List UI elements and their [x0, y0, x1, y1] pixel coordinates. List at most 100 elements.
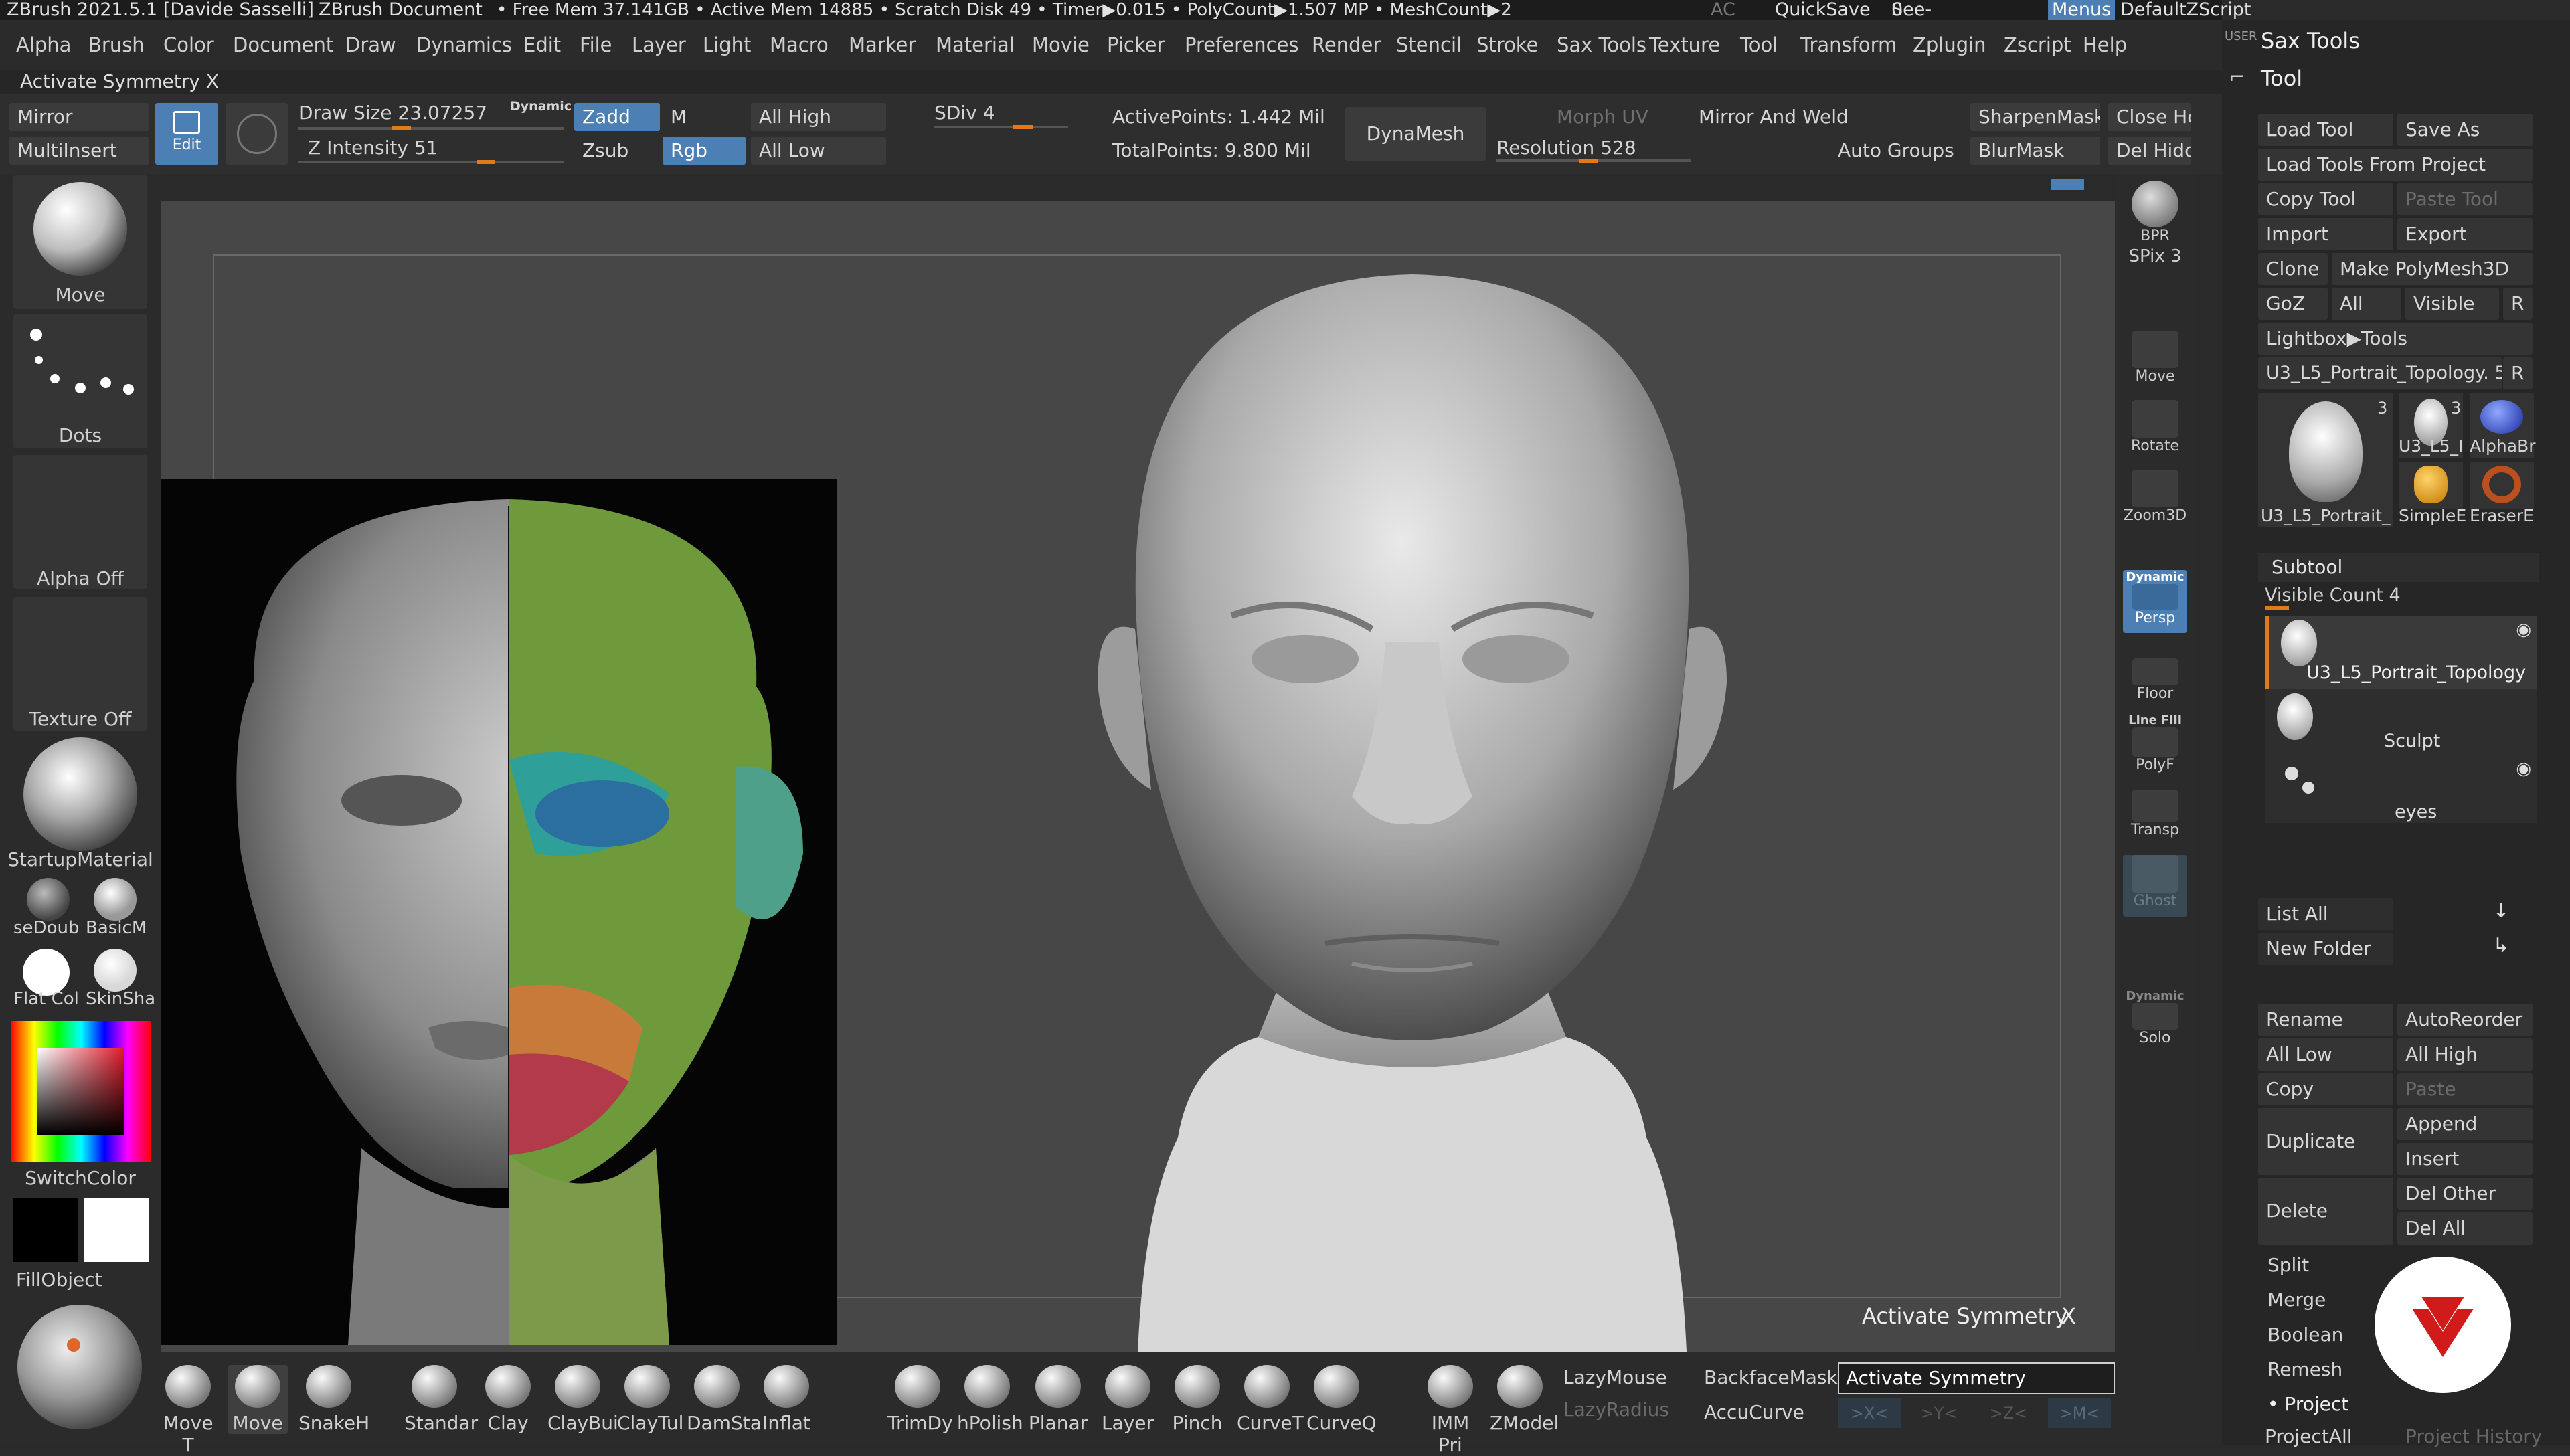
menu-layer[interactable]: Layer [632, 20, 686, 70]
primary-color-swatch[interactable] [13, 1198, 78, 1262]
menu-preferences[interactable]: Preferences [1185, 20, 1299, 70]
autoreorder-button[interactable]: AutoReorder [2397, 1004, 2533, 1036]
transp-button[interactable]: Transp [2123, 790, 2187, 838]
new-folder-button[interactable]: New Folder [2258, 933, 2393, 965]
brush-claytubes[interactable]: ClayTul [617, 1365, 683, 1434]
subtool-item-2[interactable]: Sculpt [2265, 689, 2537, 756]
symmetry-z-button[interactable]: >Z< [1977, 1398, 2040, 1428]
subtool-copy-button[interactable]: Copy [2258, 1073, 2393, 1105]
draw-mode-button[interactable] [226, 103, 288, 165]
brush-clay[interactable]: Clay [478, 1365, 538, 1434]
resolution-slider[interactable]: Resolution 528 [1496, 136, 1636, 159]
save-as-button[interactable]: Save As [2397, 114, 2533, 146]
brush-trimdynamic[interactable]: TrimDy [887, 1365, 953, 1434]
auto-groups-button[interactable]: Auto Groups [1838, 139, 1954, 161]
lazyradius-slider[interactable]: LazyRadius [1563, 1398, 1669, 1421]
menu-color[interactable]: Color [163, 20, 214, 70]
menu-light[interactable]: Light [703, 20, 751, 70]
goz-r-button[interactable]: R [2503, 288, 2533, 320]
material-swatch-2[interactable] [94, 878, 137, 921]
all-low-button[interactable]: All Low [751, 136, 886, 165]
menu-render[interactable]: Render [1312, 20, 1381, 70]
menu-stroke[interactable]: Stroke [1476, 20, 1538, 70]
material-swatch-4[interactable] [94, 949, 137, 992]
remesh-section[interactable]: Remesh [2267, 1358, 2342, 1380]
list-all-button[interactable]: List All [2258, 898, 2393, 930]
boolean-section[interactable]: Boolean [2267, 1324, 2343, 1346]
symmetry-y-button[interactable]: >Y< [1907, 1398, 1970, 1428]
z-intensity-slider[interactable]: Z Intensity 51 [308, 136, 438, 159]
tool-sphere-preview[interactable] [17, 1305, 142, 1429]
append-button[interactable]: Append [2397, 1108, 2533, 1140]
polyf-button[interactable]: Line Fill PolyF [2123, 713, 2187, 774]
menu-dynamics[interactable]: Dynamics [416, 20, 512, 70]
brush-imm-primitives[interactable]: IMM Pri [1420, 1365, 1480, 1456]
subtool-item-3[interactable]: eyes ◉ [2265, 756, 2537, 823]
material-swatch-1[interactable] [27, 878, 70, 921]
morph-uv-button[interactable]: Morph UV [1557, 106, 1648, 128]
sdiv-slider[interactable]: SDiv 4 [934, 102, 995, 124]
brush-planar[interactable]: Planar [1028, 1365, 1088, 1434]
load-from-project-button[interactable]: Load Tools From Project [2258, 149, 2533, 181]
project-section[interactable]: • Project [2267, 1393, 2348, 1415]
all-high-button[interactable]: All High [751, 103, 886, 131]
merge-section[interactable]: Merge [2267, 1289, 2326, 1311]
load-tool-button[interactable]: Load Tool [2258, 114, 2393, 146]
multiinsert-button[interactable]: MultiInsert [9, 136, 149, 165]
tool-thumbnail-5[interactable] [2470, 462, 2534, 509]
brush-zmodeler[interactable]: ZModel [1490, 1365, 1559, 1434]
export-button[interactable]: Export [2397, 218, 2533, 250]
m-button[interactable]: M [663, 103, 746, 131]
sculpt-model[interactable] [977, 268, 1847, 1352]
zoom3d-button[interactable]: Zoom3D [2123, 470, 2187, 524]
brush-standard[interactable]: Standar [404, 1365, 478, 1434]
visible-count-knob[interactable] [2265, 606, 2289, 610]
del-all-button[interactable]: Del All [2397, 1212, 2533, 1245]
dynamesh-button[interactable]: DynaMesh [1345, 107, 1486, 161]
move-view-button[interactable]: Move [2123, 331, 2187, 385]
del-hidden-button[interactable]: Del Hidd [2108, 136, 2191, 165]
search-input[interactable]: Activate Symmetry [1838, 1362, 2115, 1394]
color-picker[interactable] [11, 1021, 151, 1162]
lazymouse-toggle[interactable]: LazyMouse [1563, 1366, 1667, 1388]
menu-help[interactable]: Help [2083, 20, 2127, 70]
menu-tool[interactable]: Tool [1740, 20, 1778, 70]
duplicate-button[interactable]: Duplicate [2258, 1108, 2393, 1175]
make-polymesh-button[interactable]: Make PolyMesh3D [2332, 253, 2533, 285]
brush-move[interactable]: Move [228, 1365, 288, 1434]
menu-transform[interactable]: Transform [1800, 20, 1897, 70]
menu-brush[interactable]: Brush [88, 20, 145, 70]
menu-sax-tools[interactable]: Sax Tools [1557, 20, 1646, 70]
subtool-all-low-button[interactable]: All Low [2258, 1038, 2393, 1071]
accucurve-toggle[interactable]: AccuCurve [1704, 1401, 1804, 1423]
floor-button[interactable]: Floor [2123, 658, 2187, 702]
paste-tool-button[interactable]: Paste Tool [2397, 183, 2533, 215]
scroll-indicator[interactable] [2051, 179, 2084, 190]
menu-marker[interactable]: Marker [849, 20, 916, 70]
arrow-down-icon[interactable]: ↓ [2470, 899, 2533, 929]
rotate-view-button[interactable]: Rotate [2123, 400, 2187, 454]
current-tool-slider[interactable]: U3_L5_Portrait_Topology. 51 [2258, 357, 2502, 389]
menu-stencil[interactable]: Stencil [1396, 20, 1462, 70]
switch-color-button[interactable]: SwitchColor [0, 1167, 161, 1189]
solo-button[interactable]: Dynamic Solo [2123, 989, 2187, 1046]
brush-curvetube[interactable]: CurveT [1237, 1365, 1304, 1434]
menu-picker[interactable]: Picker [1107, 20, 1165, 70]
subtool-header[interactable]: Subtool [2258, 553, 2539, 582]
goz-visible-button[interactable]: Visible [2405, 288, 2499, 320]
dynamic-toggle[interactable]: Dynamic [510, 99, 572, 114]
menu-macro[interactable]: Macro [770, 20, 829, 70]
menu-movie[interactable]: Movie [1032, 20, 1090, 70]
visible-count-slider[interactable]: Visible Count 4 [2265, 585, 2401, 606]
zsub-button[interactable]: Zsub [574, 136, 660, 165]
menu-zplugin[interactable]: Zplugin [1913, 20, 1986, 70]
subtool-item-1[interactable]: U3_L5_Portrait_Topology ◉ [2265, 616, 2537, 689]
menu-draw[interactable]: Draw [345, 20, 396, 70]
draw-size-knob[interactable] [392, 126, 411, 130]
brush-claybuildup[interactable]: ClayBui [547, 1365, 618, 1434]
del-other-button[interactable]: Del Other [2397, 1178, 2533, 1210]
backfacemask-toggle[interactable]: BackfaceMask [1704, 1366, 1838, 1388]
close-holes-button[interactable]: Close Hc [2108, 103, 2191, 131]
move-down-icon[interactable]: ↳ [2470, 934, 2533, 964]
blur-mask-button[interactable]: BlurMask [1970, 136, 2100, 165]
